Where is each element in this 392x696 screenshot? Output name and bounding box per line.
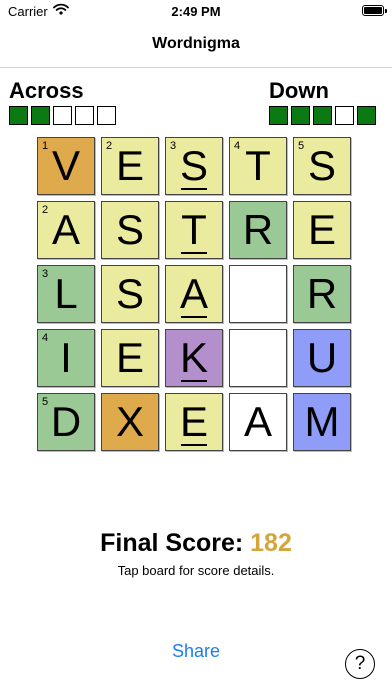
board-tile[interactable]: E: [165, 393, 223, 451]
across-progress-box: [9, 106, 28, 125]
tile-letter: R: [242, 206, 274, 253]
final-score-label: Final Score:: [100, 529, 244, 557]
tile-letter: E: [179, 398, 208, 445]
board-tile[interactable]: [229, 265, 287, 323]
help-button[interactable]: ?: [345, 649, 375, 679]
board-tile[interactable]: [229, 329, 287, 387]
board-tile[interactable]: 4T: [229, 137, 287, 195]
share-button[interactable]: Share: [146, 641, 246, 662]
across-progress-box: [75, 106, 94, 125]
board-tile[interactable]: 2E: [101, 137, 159, 195]
board-tile[interactable]: 4I: [37, 329, 95, 387]
letter-underline: [181, 252, 207, 254]
board-tile[interactable]: 5D: [37, 393, 95, 451]
board-tile[interactable]: A: [229, 393, 287, 451]
tile-letter: E: [115, 334, 144, 381]
across-progress-box: [31, 106, 50, 125]
board-tile[interactable]: 3L: [37, 265, 95, 323]
game-board[interactable]: 1V2E3S4T5S2ASTRE3LSAR4IEKU5DXEAM: [37, 137, 357, 457]
tile-letter: X: [115, 398, 144, 445]
tile-letter: U: [306, 334, 338, 381]
board-tile[interactable]: T: [165, 201, 223, 259]
battery-icon: [362, 5, 387, 16]
across-progress-section: Across: [9, 78, 116, 125]
page-title: Wordnigma: [152, 35, 240, 52]
letter-underline: [181, 444, 207, 446]
down-progress-box: [313, 106, 332, 125]
tile-letter: R: [306, 270, 338, 317]
tile-letter: S: [307, 142, 336, 189]
down-progress-boxes: [269, 106, 376, 125]
status-time: 2:49 PM: [171, 4, 221, 19]
final-score: Final Score: 182: [0, 529, 392, 558]
status-bar: Carrier 2:49 PM: [0, 0, 392, 24]
board-tile[interactable]: 5S: [293, 137, 351, 195]
down-progress-section: Down: [269, 78, 376, 125]
tile-letter: E: [307, 206, 336, 253]
down-progress-box: [291, 106, 310, 125]
board-tile[interactable]: K: [165, 329, 223, 387]
letter-underline: [181, 316, 207, 318]
down-label: Down: [269, 78, 329, 103]
board-tile[interactable]: R: [293, 265, 351, 323]
across-progress-boxes: [9, 106, 116, 125]
tile-letter: E: [115, 142, 144, 189]
navigation-bar: Wordnigma: [0, 24, 392, 68]
tile-letter: T: [181, 206, 207, 253]
tile-letter: V: [51, 142, 80, 189]
board-tile[interactable]: U: [293, 329, 351, 387]
tile-letter: T: [245, 142, 271, 189]
final-score-value: 182: [250, 529, 292, 557]
tile-letter: M: [304, 398, 340, 445]
board-tile[interactable]: M: [293, 393, 351, 451]
board-tile[interactable]: S: [101, 265, 159, 323]
letter-underline: [181, 380, 207, 382]
tile-letter: A: [51, 206, 80, 253]
board-tile[interactable]: 2A: [37, 201, 95, 259]
tile-letter: S: [179, 142, 208, 189]
tile-letter: S: [115, 206, 144, 253]
letter-underline: [181, 188, 207, 190]
board-tile[interactable]: X: [101, 393, 159, 451]
board-tile[interactable]: E: [293, 201, 351, 259]
across-label: Across: [9, 78, 84, 103]
down-progress-box: [335, 106, 354, 125]
question-mark-icon: ?: [354, 653, 366, 674]
tile-letter: L: [54, 270, 78, 317]
tile-letter: K: [179, 334, 208, 381]
board-tile[interactable]: 3S: [165, 137, 223, 195]
board-tile[interactable]: R: [229, 201, 287, 259]
tile-letter: A: [179, 270, 208, 317]
board-tile[interactable]: 1V: [37, 137, 95, 195]
across-progress-box: [97, 106, 116, 125]
board-tile[interactable]: A: [165, 265, 223, 323]
score-hint: Tap board for score details.: [117, 563, 275, 578]
down-progress-box: [269, 106, 288, 125]
down-progress-box: [357, 106, 376, 125]
tile-letter: I: [60, 334, 72, 381]
tile-letter: S: [115, 270, 144, 317]
tile-letter: A: [243, 398, 272, 445]
board-tile[interactable]: S: [101, 201, 159, 259]
tile-letter: D: [50, 398, 82, 445]
across-progress-box: [53, 106, 72, 125]
board-tile[interactable]: E: [101, 329, 159, 387]
